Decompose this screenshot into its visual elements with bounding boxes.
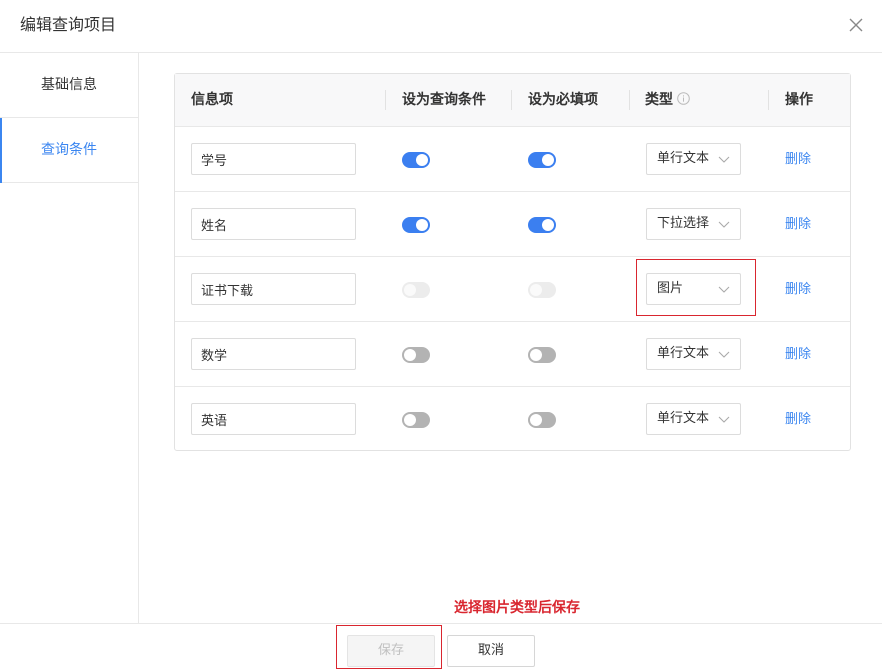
- type-select-value: 单行文本: [657, 151, 710, 166]
- cancel-button[interactable]: 取消: [447, 635, 535, 667]
- table-header: 信息项 设为查询条件 设为必填项 类型 操作: [175, 74, 850, 127]
- type-select[interactable]: 单行文本: [646, 338, 741, 370]
- required-toggle[interactable]: [528, 347, 556, 363]
- info-item-input[interactable]: [191, 143, 356, 175]
- dialog-header: 编辑查询项目: [0, 0, 882, 53]
- dialog-title: 编辑查询项目: [20, 15, 117, 34]
- toggle-knob: [404, 284, 416, 296]
- sidebar-item-label: 基础信息: [41, 77, 97, 93]
- sidebar-item-label: 查询条件: [41, 142, 97, 158]
- query-condition-toggle[interactable]: [402, 152, 430, 168]
- sidebar: 基础信息 查询条件: [0, 53, 139, 623]
- toggle-knob: [542, 219, 554, 231]
- info-item-input[interactable]: [191, 338, 356, 370]
- column-header-name: 信息项: [191, 92, 233, 108]
- toggle-knob: [404, 414, 416, 426]
- annotation-text: 选择图片类型后保存: [454, 600, 580, 616]
- delete-link[interactable]: 删除: [785, 387, 811, 452]
- delete-link[interactable]: 删除: [785, 127, 811, 192]
- query-condition-toggle[interactable]: [402, 217, 430, 233]
- toggle-knob: [530, 414, 542, 426]
- info-item-input[interactable]: [191, 403, 356, 435]
- column-header-query: 设为查询条件: [402, 92, 486, 108]
- query-condition-toggle[interactable]: [402, 347, 430, 363]
- delete-link[interactable]: 删除: [785, 192, 811, 257]
- table-row: 单行文本 删除: [175, 322, 850, 387]
- sidebar-item-query-conditions[interactable]: 查询条件: [0, 118, 138, 183]
- required-toggle[interactable]: [528, 152, 556, 168]
- table-row: 单行文本 删除: [175, 127, 850, 192]
- close-icon[interactable]: [846, 14, 866, 36]
- query-condition-toggle: [402, 282, 430, 298]
- column-header-type: 类型: [645, 74, 690, 127]
- sidebar-item-basic-info[interactable]: 基础信息: [0, 53, 138, 118]
- toggle-knob: [542, 154, 554, 166]
- chevron-down-icon: [718, 416, 730, 423]
- required-toggle: [528, 282, 556, 298]
- type-select[interactable]: 下拉选择: [646, 208, 741, 240]
- required-toggle[interactable]: [528, 412, 556, 428]
- toggle-knob: [530, 349, 542, 361]
- delete-link[interactable]: 删除: [785, 322, 811, 387]
- column-divider: [385, 90, 386, 110]
- toggle-knob: [416, 154, 428, 166]
- delete-link[interactable]: 删除: [785, 257, 811, 322]
- column-header-type-label: 类型: [645, 92, 673, 108]
- toggle-knob: [530, 284, 542, 296]
- toggle-knob: [416, 219, 428, 231]
- annotation-highlight-type: [636, 259, 756, 316]
- chevron-down-icon: [718, 156, 730, 163]
- column-divider: [768, 90, 769, 110]
- query-condition-toggle[interactable]: [402, 412, 430, 428]
- table-row: 单行文本 删除: [175, 387, 850, 452]
- type-select[interactable]: 单行文本: [646, 403, 741, 435]
- info-icon[interactable]: [677, 75, 690, 105]
- type-select[interactable]: 单行文本: [646, 143, 741, 175]
- type-select-value: 下拉选择: [657, 216, 710, 231]
- annotation-highlight-save: [336, 625, 442, 669]
- chevron-down-icon: [718, 351, 730, 358]
- column-divider: [629, 90, 630, 110]
- column-header-required: 设为必填项: [528, 92, 598, 108]
- chevron-down-icon: [718, 221, 730, 228]
- required-toggle[interactable]: [528, 217, 556, 233]
- column-divider: [511, 90, 512, 110]
- info-item-input[interactable]: [191, 273, 356, 305]
- table-row: 下拉选择 删除: [175, 192, 850, 257]
- info-item-input[interactable]: [191, 208, 356, 240]
- column-header-action: 操作: [785, 92, 813, 108]
- type-select-value: 单行文本: [657, 411, 710, 426]
- toggle-knob: [404, 349, 416, 361]
- type-select-value: 单行文本: [657, 346, 710, 361]
